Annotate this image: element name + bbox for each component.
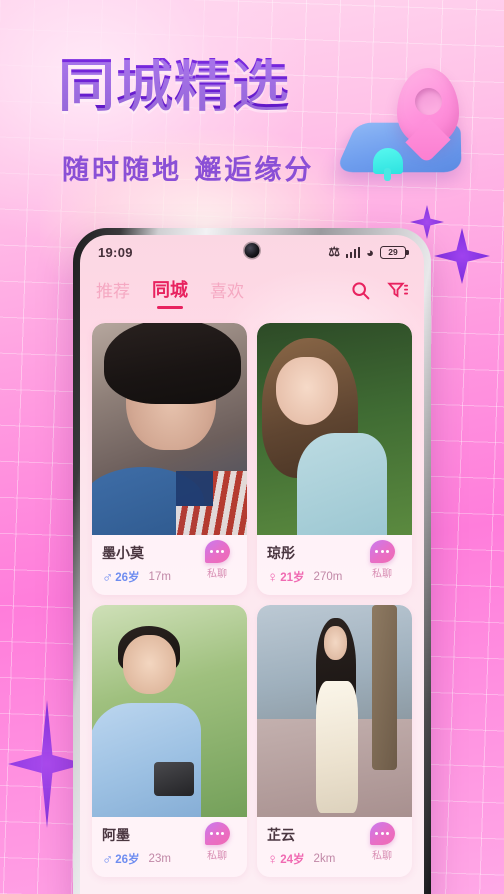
tab-recommend[interactable]: 推荐 <box>96 277 130 309</box>
phone-mockup: 19:09 ⚖ ◕ 29 推荐 同城 喜欢 墨小莫 ♂ 26岁 17m 私聊 琼… <box>73 228 431 894</box>
wifi-icon: ◕ <box>366 244 374 260</box>
sparkle-icon <box>434 228 490 284</box>
gender-badge: ♂ 26岁 <box>102 569 140 585</box>
private-chat-button[interactable]: 私聊 <box>196 540 238 580</box>
profile-age: 26岁 <box>115 572 140 584</box>
profile-distance: 23m <box>148 853 171 865</box>
profile-age: 26岁 <box>115 854 140 866</box>
pin-hole-shape <box>415 88 442 115</box>
female-icon: ♀ <box>267 850 279 868</box>
status-time: 19:09 <box>98 244 133 260</box>
hero-banner: 同城精选 随时随地 邂逅缘分 <box>0 0 504 232</box>
bluetooth-icon: ⚖ <box>328 244 341 259</box>
profile-photo[interactable] <box>257 323 412 535</box>
profile-photo[interactable] <box>92 323 247 535</box>
phone-screen: 19:09 ⚖ ◕ 29 推荐 同城 喜欢 墨小莫 ♂ 26岁 17m 私聊 琼… <box>80 235 424 894</box>
front-camera <box>244 243 260 258</box>
cellular-signal-icon <box>346 246 361 258</box>
chat-bubble-icon <box>369 540 395 563</box>
tab-likes[interactable]: 喜欢 <box>210 277 244 309</box>
status-bar: 19:09 ⚖ ◕ 29 <box>80 235 424 269</box>
male-icon: ♂ <box>102 568 114 586</box>
chat-label: 私聊 <box>372 851 392 862</box>
profile-photo[interactable] <box>257 605 412 817</box>
profile-age: 24岁 <box>280 854 305 866</box>
filter-icon[interactable] <box>387 280 409 301</box>
profile-info: 琼彤 ♀ 21岁 270m 私聊 <box>257 535 412 595</box>
profile-info: 芷云 ♀ 24岁 2km 私聊 <box>257 817 412 877</box>
map-pin-3d-icon <box>334 62 475 187</box>
tab-bar: 推荐 同城 喜欢 <box>80 269 424 319</box>
profile-card[interactable]: 墨小莫 ♂ 26岁 17m 私聊 <box>92 323 247 595</box>
gender-badge: ♀ 24岁 <box>267 851 305 867</box>
profile-distance: 270m <box>313 571 343 583</box>
hero-title: 同城精选 <box>58 53 290 119</box>
chat-label: 私聊 <box>372 569 392 580</box>
chat-bubble-icon <box>369 822 395 845</box>
hero-subtitle: 随时随地 邂逅缘分 <box>62 155 315 186</box>
tab-nearby[interactable]: 同城 <box>152 276 188 309</box>
private-chat-button[interactable]: 私聊 <box>196 822 238 862</box>
chat-bubble-icon <box>204 540 230 563</box>
battery-icon: 29 <box>380 245 409 259</box>
profile-distance: 2km <box>313 853 336 865</box>
profile-card-grid: 墨小莫 ♂ 26岁 17m 私聊 琼彤 ♀ 21岁 270m 私聊 阿墨 ♂ 2… <box>80 319 424 877</box>
search-icon[interactable] <box>350 280 371 301</box>
male-icon: ♂ <box>102 850 114 868</box>
chat-bubble-icon <box>204 822 230 845</box>
profile-card[interactable]: 琼彤 ♀ 21岁 270m 私聊 <box>257 323 412 595</box>
private-chat-button[interactable]: 私聊 <box>361 822 403 862</box>
gender-badge: ♂ 26岁 <box>102 851 140 867</box>
gender-badge: ♀ 21岁 <box>267 569 305 585</box>
profile-info: 墨小莫 ♂ 26岁 17m 私聊 <box>92 535 247 595</box>
private-chat-button[interactable]: 私聊 <box>361 540 403 580</box>
profile-info: 阿墨 ♂ 26岁 23m 私聊 <box>92 817 247 877</box>
profile-photo[interactable] <box>92 605 247 817</box>
female-icon: ♀ <box>267 568 279 586</box>
chat-label: 私聊 <box>207 569 227 580</box>
tree-shape <box>373 148 403 181</box>
status-icons: ⚖ ◕ 29 <box>328 244 409 260</box>
chat-label: 私聊 <box>207 851 227 862</box>
profile-age: 21岁 <box>280 572 305 584</box>
tab-actions <box>350 280 409 306</box>
profile-card[interactable]: 阿墨 ♂ 26岁 23m 私聊 <box>92 605 247 877</box>
profile-card[interactable]: 芷云 ♀ 24岁 2km 私聊 <box>257 605 412 877</box>
profile-distance: 17m <box>148 571 171 583</box>
